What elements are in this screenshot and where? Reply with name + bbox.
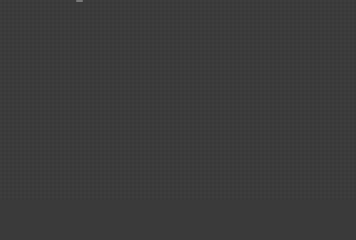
top-edge-indicator [76, 0, 83, 2]
screen [0, 0, 356, 200]
empty-canvas-area [0, 3, 356, 200]
